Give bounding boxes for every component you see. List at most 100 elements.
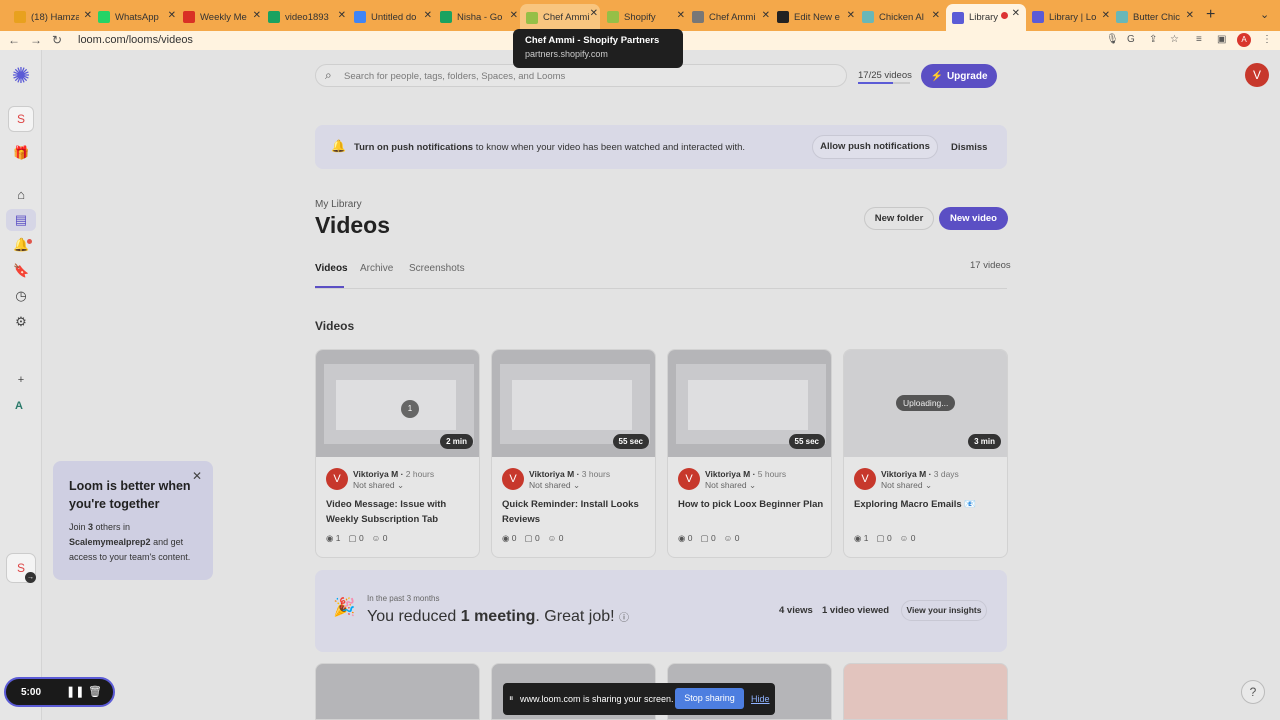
trash-icon[interactable]: 🗑 — [88, 685, 102, 698]
forward-icon[interactable]: → — [30, 33, 42, 47]
side-panel-icon[interactable]: ▣ — [1217, 34, 1226, 45]
tab-close-icon[interactable]: ✕ — [168, 10, 176, 21]
share-status-dropdown[interactable]: Not shared ⌄ — [881, 480, 932, 491]
browser-tab[interactable]: Butter Chic ✕ — [1116, 6, 1196, 28]
browser-tab[interactable]: Chef Ammi ✕ — [520, 4, 600, 31]
bookmark-star-icon[interactable]: ☆ — [1170, 34, 1179, 45]
workspace-switcher[interactable]: S — [8, 106, 34, 132]
play-icon[interactable]: 1 — [401, 400, 419, 418]
workspace-bottom-avatar[interactable]: S → — [6, 553, 36, 583]
bookmark-icon[interactable]: 🔖 — [13, 263, 29, 279]
tab-close-icon[interactable]: ✕ — [762, 10, 770, 21]
video-title[interactable]: How to pick Loox Beginner Plan — [678, 497, 826, 512]
tab-close-icon[interactable]: ✕ — [1186, 10, 1194, 21]
video-card[interactable]: 55 sec V Viktoriya M · 5 hours Not shared ⌄… — [667, 349, 832, 558]
help-icon[interactable]: ? — [1241, 680, 1265, 704]
space-a[interactable]: A — [15, 400, 23, 412]
browser-tab[interactable]: Nisha - Go ✕ — [440, 6, 520, 28]
more-menu-icon[interactable]: ⋮ — [1262, 34, 1272, 45]
video-card[interactable] — [843, 663, 1008, 720]
gift-icon[interactable]: 🎁 — [13, 145, 29, 161]
loom-logo-icon[interactable]: ✺ — [9, 64, 33, 88]
allow-push-button[interactable]: Allow push notifications — [812, 135, 938, 159]
browser-tab[interactable]: video1893 ✕ — [268, 6, 348, 28]
tab-close-icon[interactable]: ✕ — [590, 8, 598, 19]
back-icon[interactable]: ← — [8, 33, 20, 47]
library-icon[interactable]: ▤ — [13, 212, 29, 228]
browser-tab[interactable]: (18) Hamza ✕ — [14, 6, 94, 28]
reading-list-icon[interactable]: ≡ — [1196, 34, 1202, 45]
favicon-icon — [268, 11, 280, 23]
info-icon[interactable]: ⓘ — [619, 613, 629, 624]
favicon-icon — [354, 11, 366, 23]
browser-tab[interactable]: Shopify ✕ — [607, 6, 687, 28]
browser-tab[interactable]: Library | Lo ✕ — [1032, 6, 1112, 28]
tab-search-icon[interactable]: ⌄ — [1260, 8, 1269, 21]
video-title[interactable]: Quick Reminder: Install Looks Reviews — [502, 497, 650, 527]
browser-tab[interactable]: Weekly Me ✕ — [183, 6, 263, 28]
tab-close-icon[interactable]: ✕ — [84, 10, 92, 21]
browser-tab[interactable]: Untitled do ✕ — [354, 6, 434, 28]
tab-close-icon[interactable]: ✕ — [847, 10, 855, 21]
tab-close-icon[interactable]: ✕ — [424, 10, 432, 21]
drag-handle-icon[interactable]: ⏸ — [509, 693, 514, 704]
settings-gear-icon[interactable]: ⚙ — [13, 314, 29, 330]
video-card[interactable]: Uploading... 3 min V Viktoriya M · 3 days No… — [843, 349, 1008, 558]
home-icon[interactable]: ⌂ — [13, 187, 29, 203]
video-card[interactable] — [315, 663, 480, 720]
new-tab-button[interactable]: + — [1206, 6, 1215, 24]
tab-close-icon[interactable]: ✕ — [338, 10, 346, 21]
history-clock-icon[interactable]: ◷ — [13, 288, 29, 304]
url-field[interactable]: loom.com/looms/videos — [78, 34, 193, 46]
share-icon[interactable]: ⇪ — [1149, 34, 1157, 45]
browser-tab-label: Library — [969, 12, 999, 23]
new-folder-button[interactable]: New folder — [864, 207, 934, 230]
dismiss-button[interactable]: Dismiss — [951, 142, 987, 153]
new-video-button[interactable]: New video — [939, 207, 1008, 230]
upgrade-button[interactable]: ⚡ Upgrade — [921, 64, 997, 88]
video-thumbnail[interactable]: 55 sec — [668, 350, 831, 457]
video-thumbnail[interactable]: 55 sec — [492, 350, 655, 457]
thumbnail-content — [688, 380, 808, 430]
stop-sharing-button[interactable]: Stop sharing — [675, 688, 744, 709]
hide-link[interactable]: Hide — [751, 694, 770, 704]
video-thumbnail[interactable]: Uploading... 3 min — [844, 350, 1007, 457]
pause-icon[interactable]: ❚❚ — [66, 685, 84, 698]
video-title[interactable]: Exploring Macro Emails 📧 — [854, 497, 1002, 512]
browser-profile-avatar[interactable]: A — [1237, 33, 1251, 47]
add-space-icon[interactable]: + — [13, 372, 29, 388]
browser-tab[interactable]: Chicken Al ✕ — [862, 6, 942, 28]
google-icon[interactable]: G — [1127, 34, 1135, 45]
video-card[interactable]: 55 sec V Viktoriya M · 3 hours Not shared ⌄… — [491, 349, 656, 558]
user-avatar[interactable]: V — [1245, 63, 1269, 87]
microphone-icon[interactable]: 🎙 — [1106, 34, 1119, 45]
browser-tab[interactable]: Chef Ammi ✕ — [692, 6, 772, 28]
breadcrumb[interactable]: My Library — [315, 199, 362, 210]
tab-close-icon[interactable]: ✕ — [1012, 8, 1020, 19]
video-thumbnail[interactable]: 1 2 min — [316, 350, 479, 457]
chevron-down-icon: ⌄ — [924, 480, 933, 490]
video-title[interactable]: Video Message: Issue with Weekly Subscri… — [326, 497, 474, 527]
video-quota[interactable]: 17/25 videos — [858, 70, 912, 81]
tab-close-icon[interactable]: ✕ — [253, 10, 261, 21]
view-insights-button[interactable]: View your insights — [901, 600, 987, 621]
share-status-dropdown[interactable]: Not shared ⌄ — [529, 480, 580, 491]
browser-tab[interactable]: Library ✕ — [946, 4, 1026, 31]
share-status-dropdown[interactable]: Not shared ⌄ — [353, 480, 404, 491]
author-avatar: V — [678, 468, 700, 490]
close-icon[interactable]: ✕ — [192, 469, 202, 483]
video-card[interactable]: 1 2 min V Viktoriya M · 2 hours Not shared ⌄… — [315, 349, 480, 558]
tab-screenshots[interactable]: Screenshots — [409, 263, 465, 274]
tab-close-icon[interactable]: ✕ — [932, 10, 940, 21]
share-status-dropdown[interactable]: Not shared ⌄ — [705, 480, 756, 491]
tab-close-icon[interactable]: ✕ — [677, 10, 685, 21]
insights-card: 🎉 In the past 3 months You reduced 1 mee… — [315, 570, 1007, 652]
promo-pre: Join — [69, 522, 89, 532]
tab-archive[interactable]: Archive — [360, 263, 393, 274]
tab-close-icon[interactable]: ✕ — [510, 10, 518, 21]
tab-close-icon[interactable]: ✕ — [1102, 10, 1110, 21]
reload-icon[interactable]: ↻ — [52, 33, 62, 47]
browser-tab[interactable]: WhatsApp ✕ — [98, 6, 178, 28]
tab-videos[interactable]: Videos — [315, 263, 348, 274]
browser-tab[interactable]: Edit New e ✕ — [777, 6, 857, 28]
